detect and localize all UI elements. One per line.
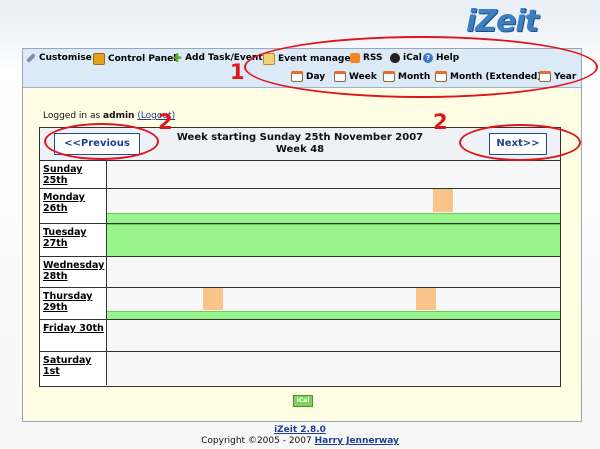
day-cell[interactable] xyxy=(107,257,560,287)
day-cell[interactable] xyxy=(107,161,560,188)
control-panel-icon xyxy=(93,53,105,65)
day-row-friday: Friday 30th xyxy=(40,320,560,352)
annotation-ellipse-next xyxy=(459,124,581,161)
annotation-ellipse-previous xyxy=(44,123,159,160)
copyright-text: Copyright ©2005 - 2007 xyxy=(201,436,312,446)
day-cell[interactable] xyxy=(107,352,560,385)
menu-label: Customise xyxy=(39,53,92,63)
author-link[interactable]: Harry Jennerway xyxy=(315,436,399,446)
footer: iZeit 2.8.0 Copyright ©2005 - 2007 Harry… xyxy=(0,425,600,447)
event-block[interactable] xyxy=(203,288,223,310)
day-row-thursday: Thursday 29th xyxy=(40,288,560,320)
day-link[interactable]: Friday 30th xyxy=(43,323,105,334)
login-status: Logged in as admin (Logout) xyxy=(43,111,175,121)
allday-event-bar[interactable] xyxy=(107,213,560,223)
day-cell[interactable] xyxy=(107,224,560,256)
plus-icon: ✚ xyxy=(172,51,183,65)
annotation-number-2b: 2 xyxy=(433,110,448,134)
day-link[interactable]: Monday 26th xyxy=(43,192,105,214)
day-link[interactable]: Tuesday 27th xyxy=(43,227,105,249)
week-calendar: Week starting Sunday 25th November 2007 … xyxy=(39,127,561,387)
annotation-ellipse-menu xyxy=(244,36,598,98)
event-block[interactable] xyxy=(416,288,436,310)
day-link[interactable]: Saturday 1st xyxy=(43,355,105,377)
main-frame: Customise Control Panel ✚ Add Task/Event… xyxy=(22,48,582,422)
day-link[interactable]: Wednesday 28th xyxy=(43,260,105,282)
day-row-monday: Monday 26th xyxy=(40,189,560,224)
wrench-icon xyxy=(26,53,36,63)
username: admin xyxy=(103,111,135,121)
day-link[interactable]: Sunday 25th xyxy=(43,164,105,186)
menu-label: Control Panel xyxy=(108,54,177,64)
allday-event-bar[interactable] xyxy=(107,311,560,319)
menu-customise[interactable]: Customise xyxy=(26,53,92,63)
ical-export-button[interactable]: iCal xyxy=(293,395,313,407)
menu-control-panel[interactable]: Control Panel xyxy=(93,53,176,65)
day-link[interactable]: Thursday 29th xyxy=(43,291,105,313)
day-cell[interactable] xyxy=(107,189,560,223)
version-link[interactable]: iZeit 2.8.0 xyxy=(274,425,326,435)
annotation-number-2a: 2 xyxy=(158,110,173,134)
day-row-saturday: Saturday 1st xyxy=(40,352,560,385)
allday-event-bar[interactable] xyxy=(107,224,560,256)
day-cell[interactable] xyxy=(107,288,560,319)
day-cell[interactable] xyxy=(107,320,560,351)
day-row-sunday: Sunday 25th xyxy=(40,161,560,189)
day-row-wednesday: Wednesday 28th xyxy=(40,257,560,288)
event-block[interactable] xyxy=(433,189,453,212)
izeit-logo: iZeit xyxy=(466,4,539,39)
day-row-tuesday: Tuesday 27th xyxy=(40,224,560,257)
login-prefix: Logged in as xyxy=(43,111,101,121)
annotation-number-1: 1 xyxy=(230,60,245,84)
